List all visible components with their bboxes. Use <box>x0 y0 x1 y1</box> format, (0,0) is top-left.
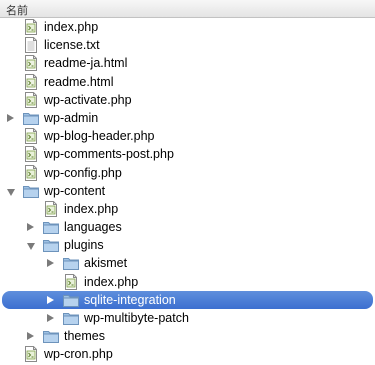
file-list: index.php license.txt readme-ja.html readme… <box>0 18 375 364</box>
php-file-icon <box>63 273 79 290</box>
file-row[interactable]: akismet <box>0 254 375 272</box>
folder-icon <box>43 219 59 235</box>
folder-icon <box>63 310 79 326</box>
file-row[interactable]: wp-config.php <box>0 164 375 182</box>
folder-icon <box>63 292 79 308</box>
folder-icon <box>23 110 39 126</box>
text-file-icon <box>23 37 39 54</box>
disclosure-closed-icon[interactable] <box>27 332 34 341</box>
file-name: wp-admin <box>44 110 99 125</box>
disclosure-closed-icon[interactable] <box>47 314 54 322</box>
file-row[interactable]: license.txt <box>0 36 375 54</box>
file-row[interactable]: themes <box>0 327 375 345</box>
php-file-icon <box>23 91 39 108</box>
php-file-icon <box>23 19 39 35</box>
disclosure-open-icon[interactable] <box>7 188 15 196</box>
file-row[interactable]: languages <box>0 218 375 236</box>
folder-icon <box>63 255 79 271</box>
file-name: wp-multibyte-patch <box>84 311 189 325</box>
file-name: wp-content <box>44 183 106 198</box>
file-name: wp-comments-post.php <box>44 147 174 162</box>
file-name: plugins <box>64 238 104 253</box>
file-row[interactable]: index.php <box>0 200 375 218</box>
disclosure-closed-icon[interactable] <box>7 113 14 122</box>
folder-icon <box>43 328 59 344</box>
disclosure-closed-icon[interactable] <box>47 295 54 304</box>
file-row[interactable]: wp-admin <box>0 109 375 127</box>
file-name: index.php <box>84 274 139 289</box>
file-row[interactable]: wp-multibyte-patch <box>0 309 375 327</box>
file-name: wp-config.php <box>44 165 122 180</box>
file-row[interactable]: wp-comments-post.php <box>0 145 375 163</box>
file-row[interactable]: readme-ja.html <box>0 54 375 72</box>
file-row[interactable]: index.php <box>0 18 375 36</box>
html-file-icon <box>23 73 39 90</box>
file-row[interactable]: readme.html <box>0 73 375 91</box>
file-name: wp-cron.php <box>44 347 113 362</box>
file-name: readme.html <box>44 74 114 89</box>
file-name: akismet <box>84 256 128 271</box>
file-row[interactable]: plugins <box>0 236 375 254</box>
disclosure-open-icon[interactable] <box>27 243 35 251</box>
column-header[interactable]: 名前 <box>0 0 375 18</box>
file-name: wp-blog-header.php <box>44 129 155 144</box>
folder-icon <box>43 237 59 253</box>
file-name: languages <box>64 220 122 235</box>
file-name: themes <box>64 329 105 344</box>
file-name: license.txt <box>44 38 100 53</box>
disclosure-closed-icon[interactable] <box>27 223 34 232</box>
file-name: sqlite-integration <box>84 292 176 307</box>
php-file-icon <box>23 128 39 145</box>
file-row[interactable]: index.php <box>0 273 375 291</box>
php-file-icon <box>43 200 59 217</box>
php-file-icon <box>23 164 39 181</box>
file-name: wp-activate.php <box>44 92 132 107</box>
php-file-icon <box>23 146 39 163</box>
disclosure-closed-icon[interactable] <box>47 259 54 268</box>
file-name: index.php <box>44 20 99 34</box>
html-file-icon <box>23 55 39 72</box>
file-row[interactable]: sqlite-integration <box>2 290 373 309</box>
folder-icon <box>23 183 39 199</box>
php-file-icon <box>23 346 39 363</box>
file-row[interactable]: wp-blog-header.php <box>0 127 375 145</box>
file-name: index.php <box>64 201 119 216</box>
file-name: readme-ja.html <box>44 56 128 71</box>
name-column-title: 名前 <box>6 5 28 17</box>
file-row[interactable]: wp-activate.php <box>0 91 375 109</box>
file-row[interactable]: wp-content <box>0 182 375 200</box>
file-row[interactable]: wp-cron.php <box>0 345 375 363</box>
